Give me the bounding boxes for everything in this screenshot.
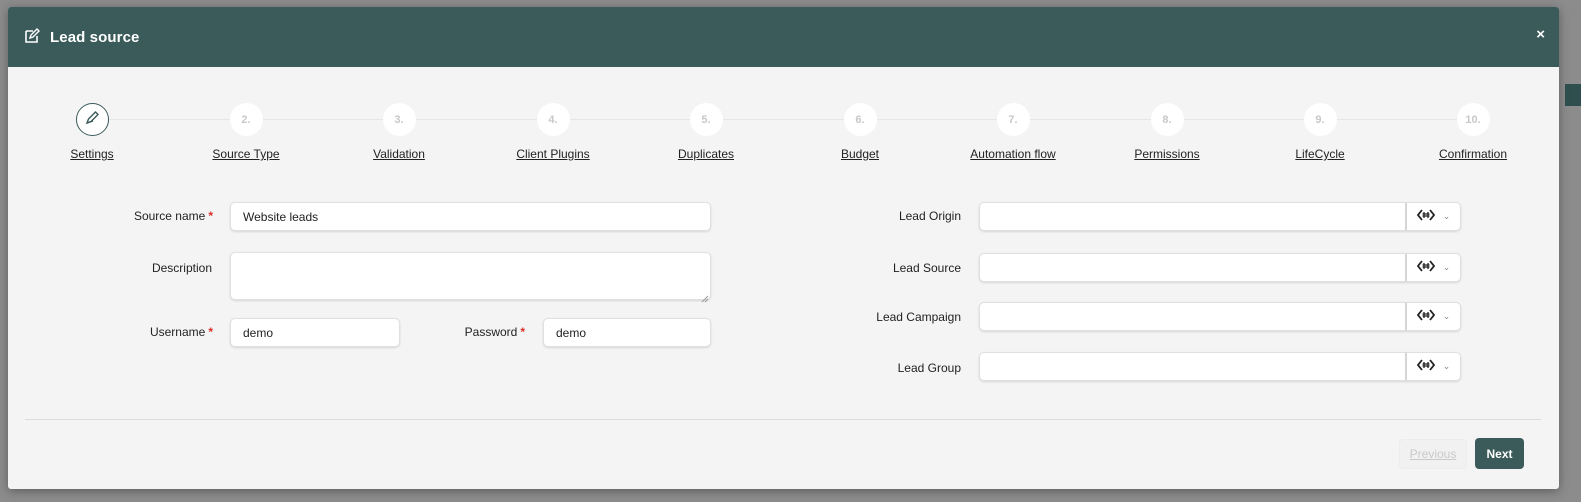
chevron-down-icon: ⌄ (1442, 311, 1451, 321)
username-label: Username * (108, 325, 213, 339)
lead-source-select[interactable]: ⌄ (979, 253, 1461, 282)
step-label[interactable]: Duplicates (636, 147, 776, 161)
step-label[interactable]: LifeCycle (1250, 147, 1390, 161)
step-label[interactable]: Client Plugins (483, 147, 623, 161)
modal-title: Lead source (50, 28, 140, 46)
step-circle: 4. (536, 103, 570, 136)
lead-source-input[interactable] (979, 253, 1406, 282)
resize-grip-icon[interactable] (701, 290, 709, 303)
step-client-plugins[interactable]: 4. Client Plugins (483, 103, 623, 161)
step-circle: 5. (689, 103, 723, 136)
step-circle: 7. (996, 103, 1030, 136)
label-text: Password (464, 325, 518, 339)
step-label[interactable]: Automation flow (943, 147, 1083, 161)
step-label[interactable]: Budget (790, 147, 930, 161)
step-label[interactable]: Settings (22, 147, 162, 161)
required-mark: * (208, 209, 213, 223)
required-mark: * (208, 325, 213, 339)
step-circle: 10. (1456, 103, 1490, 136)
lead-campaign-select[interactable]: ⌄ (979, 302, 1461, 331)
password-label: Password * (428, 325, 525, 339)
lead-origin-input[interactable] (979, 202, 1406, 231)
step-circle: 9. (1303, 103, 1337, 136)
step-automation-flow[interactable]: 7. Automation flow (943, 103, 1083, 161)
code-icon (1416, 259, 1435, 277)
lead-source-dropdown-button[interactable]: ⌄ (1406, 253, 1461, 282)
lead-group-select[interactable]: ⌄ (979, 352, 1461, 381)
step-source-type[interactable]: 2. Source Type (176, 103, 316, 161)
lead-group-input[interactable] (979, 352, 1406, 381)
code-icon (1416, 308, 1435, 326)
step-circle: 2. (229, 103, 263, 136)
edit-icon (24, 28, 42, 46)
previous-button[interactable]: Previous (1399, 439, 1467, 469)
step-label[interactable]: Validation (329, 147, 469, 161)
lead-group-dropdown-button[interactable]: ⌄ (1406, 352, 1461, 381)
step-label[interactable]: Permissions (1097, 147, 1237, 161)
footer-divider (25, 419, 1541, 420)
label-text: Username (149, 325, 206, 339)
lead-campaign-dropdown-button[interactable]: ⌄ (1406, 302, 1461, 331)
next-button[interactable]: Next (1475, 438, 1524, 469)
lead-origin-dropdown-button[interactable]: ⌄ (1406, 202, 1461, 231)
step-label[interactable]: Source Type (176, 147, 316, 161)
close-button[interactable]: × (1536, 26, 1545, 43)
lead-source-modal: Lead source × Settings 2. Source Type 3.… (8, 7, 1559, 489)
pencil-icon (84, 110, 100, 129)
code-icon (1416, 358, 1435, 376)
code-icon (1416, 208, 1435, 226)
chevron-down-icon: ⌄ (1442, 361, 1451, 371)
source-name-label: Source name * (108, 209, 213, 223)
step-label[interactable]: Confirmation (1403, 147, 1543, 161)
username-input[interactable]: demo (230, 318, 400, 347)
step-lifecycle[interactable]: 9. LifeCycle (1250, 103, 1390, 161)
step-validation[interactable]: 3. Validation (329, 103, 469, 161)
chevron-down-icon: ⌄ (1442, 211, 1451, 221)
step-budget[interactable]: 6. Budget (790, 103, 930, 161)
step-circle: 8. (1150, 103, 1184, 136)
lead-campaign-label: Lead Campaign (876, 310, 961, 324)
step-circle: 3. (382, 103, 416, 136)
wizard-stepper: Settings 2. Source Type 3. Validation 4.… (8, 103, 1559, 173)
label-text: Source name (133, 209, 206, 223)
modal-header: Lead source × (8, 7, 1559, 67)
lead-campaign-input[interactable] (979, 302, 1406, 331)
step-settings[interactable]: Settings (22, 103, 162, 161)
required-mark: * (520, 325, 525, 339)
password-input[interactable]: demo (543, 318, 711, 347)
lead-origin-label: Lead Origin (898, 209, 961, 223)
lead-source-label: Lead Source (892, 261, 961, 275)
step-duplicates[interactable]: 5. Duplicates (636, 103, 776, 161)
lead-group-label: Lead Group (897, 361, 961, 375)
lead-origin-select[interactable]: ⌄ (979, 202, 1461, 231)
source-name-input[interactable]: Website leads (230, 202, 711, 231)
chevron-down-icon: ⌄ (1442, 262, 1451, 272)
description-textarea[interactable] (230, 252, 711, 300)
step-permissions[interactable]: 8. Permissions (1097, 103, 1237, 161)
step-confirmation[interactable]: 10. Confirmation (1403, 103, 1543, 161)
step-circle (75, 103, 109, 136)
step-circle: 6. (843, 103, 877, 136)
backdrop-strip (1565, 84, 1581, 106)
description-label: Description (151, 261, 212, 275)
